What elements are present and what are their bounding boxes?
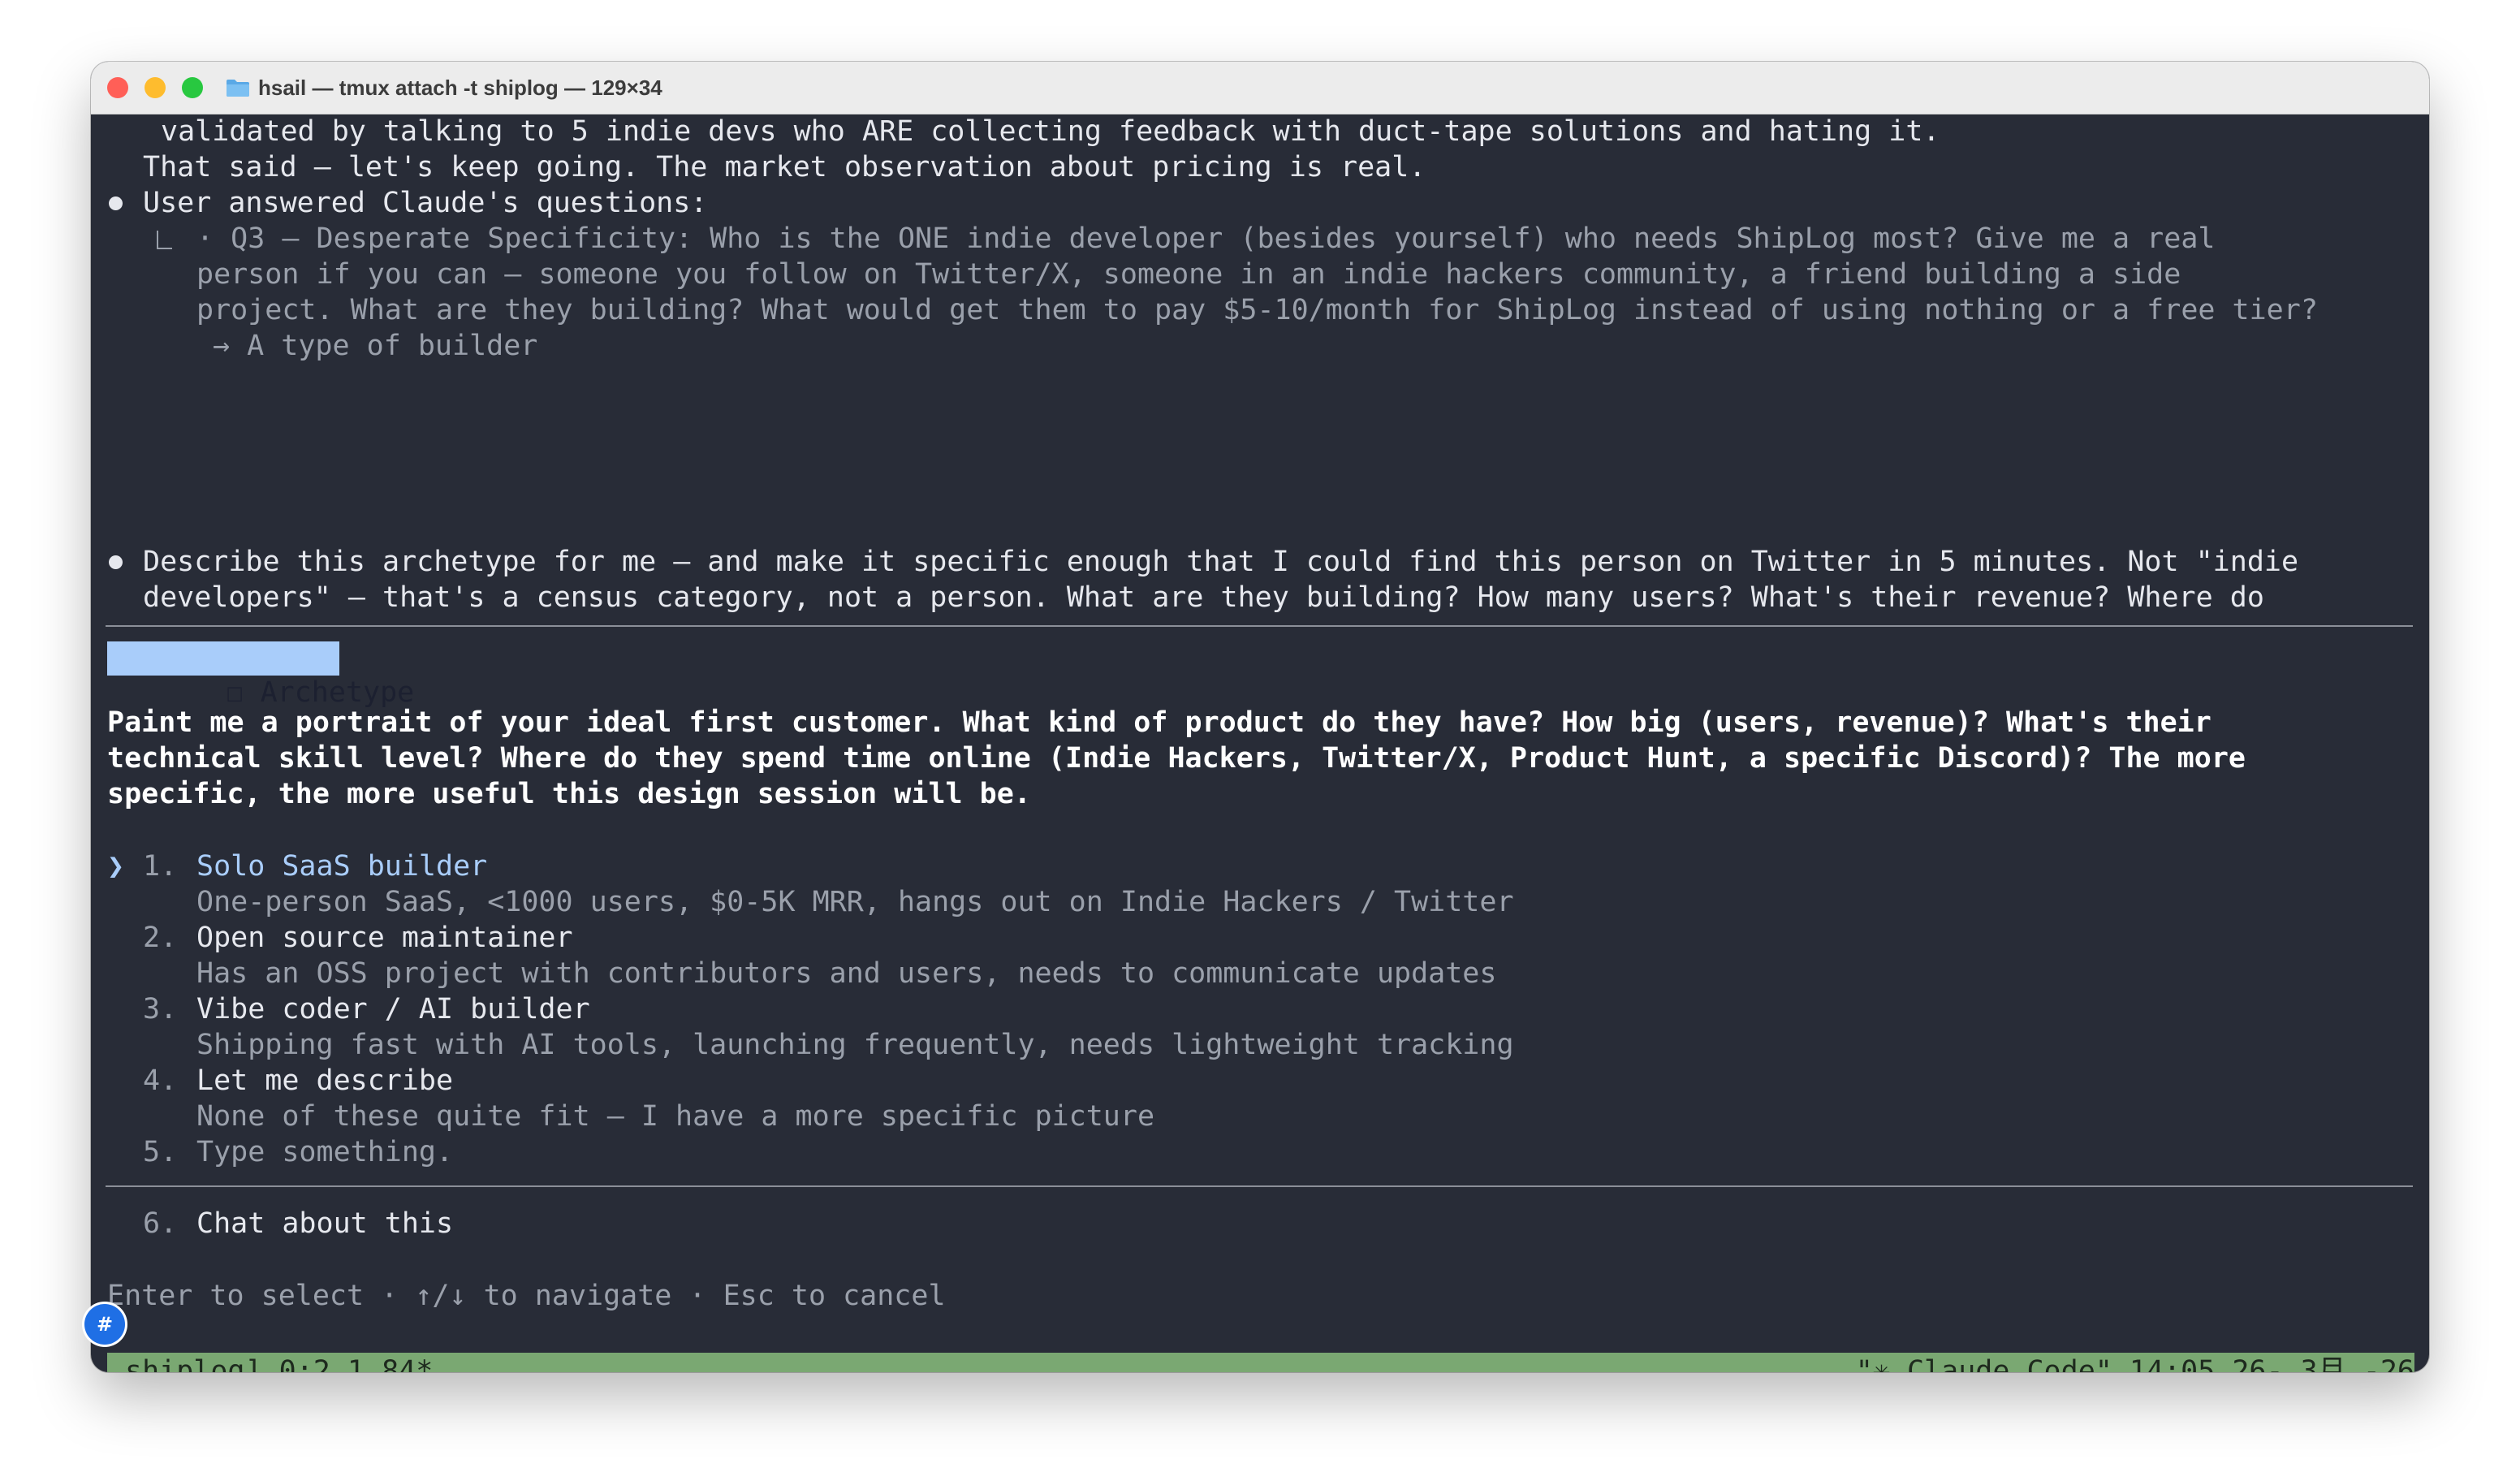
window-title-group: hsail — tmux attach -t shiplog — 129×34 <box>226 73 662 102</box>
option-label: Let me describe <box>196 1064 454 1097</box>
previous-message-line: validated by talking to 5 indie devs who… <box>161 115 1940 148</box>
describe-line: developers" — that's a census category, … <box>143 581 2264 614</box>
option-number: 2. <box>143 922 178 954</box>
hash-badge-icon[interactable]: # <box>84 1304 125 1345</box>
option-number: 6. <box>143 1207 178 1240</box>
option-number: 3. <box>143 993 178 1025</box>
option-label: Vibe coder / AI builder <box>196 993 590 1025</box>
said-line: That said — let's keep going. The market… <box>143 151 1426 184</box>
option-description: One-person SaaS, <1000 users, $0-5K MRR,… <box>196 886 1514 918</box>
divider <box>106 1185 2413 1187</box>
folder-icon <box>227 80 249 97</box>
title-bar: hsail — tmux attach -t shiplog — 129×34 <box>91 62 2429 114</box>
status-session: shiplog] 0:2.1.84* <box>125 1355 434 1372</box>
option-label: Type something. <box>196 1136 454 1168</box>
describe-line: Describe this archetype for me — and mak… <box>143 546 2299 578</box>
question-prompt-line: specific, the more useful this design se… <box>107 778 1031 810</box>
question-prompt-line: technical skill level? Where do they spe… <box>107 742 2246 775</box>
terminal-window: hsail — tmux attach -t shiplog — 129×34 … <box>91 62 2429 1372</box>
q3-line: project. What are they building? What wo… <box>196 294 2318 326</box>
answered-heading: User answered Claude's questions: <box>143 187 708 219</box>
navigation-hint: Enter to select · ↑/↓ to navigate · Esc … <box>107 1280 946 1312</box>
option-number: 4. <box>143 1064 178 1097</box>
divider <box>106 625 2413 627</box>
option-number: 1. <box>143 850 178 883</box>
tab-label: ☐ Archetype <box>226 676 415 709</box>
q3-line: person if you can — someone you follow o… <box>196 258 2181 291</box>
option-label: Chat about this <box>196 1207 454 1240</box>
status-info: "✳ Claude Code" 14:05 26- 3月 -26 <box>1855 1355 2414 1372</box>
terminal-content: validated by talking to 5 indie devs who… <box>91 114 2429 1372</box>
option-description: Shipping fast with AI tools, launching f… <box>196 1029 1514 1061</box>
tmux-status-bar: shiplog] 0:2.1.84* "✳ Claude Code" 14:05… <box>107 1353 2414 1372</box>
minimize-button[interactable] <box>145 77 166 98</box>
q3-answer: → A type of builder <box>213 330 538 362</box>
question-prompt-line: Paint me a portrait of your ideal first … <box>107 706 2211 739</box>
zoom-button[interactable] <box>182 77 203 98</box>
option-label: Solo SaaS builder <box>196 850 488 883</box>
option-number: 5. <box>143 1136 178 1168</box>
tab-archetype[interactable]: ☐ Archetype <box>107 641 414 709</box>
window-title: hsail — tmux attach -t shiplog — 129×34 <box>258 75 662 100</box>
message-bullet-icon <box>109 555 123 569</box>
option-description: Has an OSS project with contributors and… <box>196 957 1497 990</box>
option-description: None of these quite fit — I have a more … <box>196 1100 1155 1133</box>
tree-branch-icon <box>157 231 172 249</box>
message-bullet-icon <box>109 196 123 210</box>
cursor-icon: ❯ <box>107 850 125 883</box>
option-label: Open source maintainer <box>196 922 573 954</box>
q3-line: · Q3 — Desperate Specificity: Who is the… <box>196 222 2216 255</box>
close-button[interactable] <box>107 77 128 98</box>
